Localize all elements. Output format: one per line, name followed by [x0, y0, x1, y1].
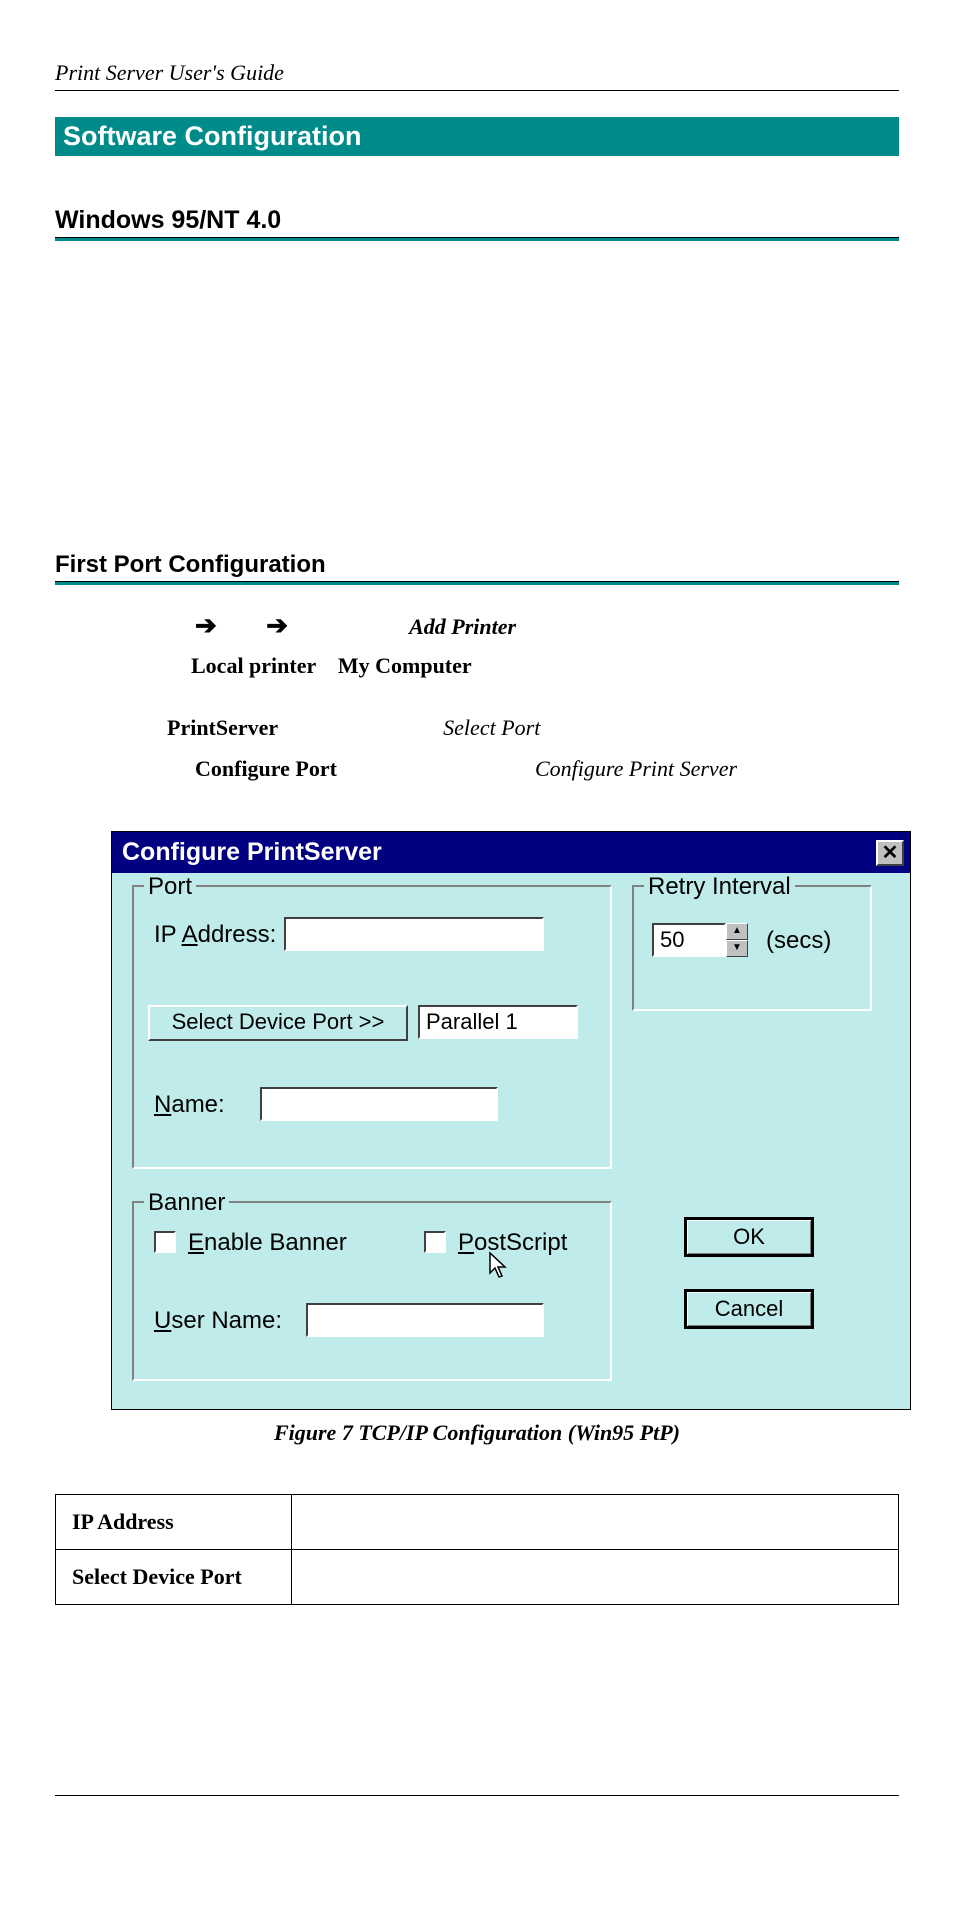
dialog-titlebar: Configure PrintServer ✕: [112, 832, 910, 873]
settings-info-table: IP Address Select Device Port: [55, 1494, 899, 1605]
postscript-label: PostScript: [458, 1229, 567, 1257]
add-printer-text: Add Printer: [409, 614, 516, 639]
dialog-configure-printserver: Configure PrintServer ✕ IP Address: Sele…: [111, 831, 911, 1410]
postscript-checkbox[interactable]: [424, 1231, 446, 1253]
close-button[interactable]: ✕: [876, 840, 904, 866]
spinner-down-icon[interactable]: ▼: [726, 940, 748, 957]
subsection-heading: Windows 95/NT 4.0: [55, 206, 899, 235]
dialog-title: Configure PrintServer: [122, 838, 876, 867]
teal-divider: [55, 581, 899, 585]
cell-value: [292, 1550, 899, 1605]
ok-button[interactable]: OK: [684, 1217, 814, 1257]
body-text-area: ➔ ➔ Add Printer Local printer My Compute…: [55, 603, 899, 787]
footer-rule: [55, 1795, 899, 1796]
cell-value: [292, 1495, 899, 1550]
enable-banner-checkbox[interactable]: [154, 1231, 176, 1253]
my-computer-text: My Computer: [338, 653, 472, 678]
retry-spinner[interactable]: 50 ▲ ▼: [652, 923, 748, 957]
retry-interval-groupbox: 50 ▲ ▼ (secs): [632, 885, 872, 1011]
name-label: Name:: [154, 1091, 225, 1119]
arrow-right-icon: ➔: [266, 603, 288, 647]
name-input[interactable]: [260, 1087, 498, 1121]
port-groupbox: IP Address: Select Device Port >> Parall…: [132, 885, 612, 1169]
table-row: Select Device Port: [56, 1550, 899, 1605]
document-header: Print Server User's Guide: [55, 60, 899, 91]
table-row: IP Address: [56, 1495, 899, 1550]
configure-port-text: Configure Port: [195, 756, 337, 781]
select-device-port-button[interactable]: Select Device Port >>: [148, 1005, 408, 1041]
enable-banner-label: Enable Banner: [188, 1229, 347, 1257]
configure-print-server-text: Configure Print Server: [535, 756, 737, 781]
spinner-up-icon[interactable]: ▲: [726, 923, 748, 940]
arrow-right-icon: ➔: [195, 603, 217, 647]
banner-groupbox: Enable Banner PostScript User Name:: [132, 1201, 612, 1381]
ip-address-label: IP Address:: [154, 921, 276, 949]
cell-label: IP Address: [56, 1495, 292, 1550]
username-label: User Name:: [154, 1307, 282, 1335]
username-input[interactable]: [306, 1303, 544, 1337]
secs-label: (secs): [766, 927, 831, 955]
ip-address-input[interactable]: [284, 917, 544, 951]
cancel-button[interactable]: Cancel: [684, 1289, 814, 1329]
select-port-text: Select Port: [443, 715, 540, 740]
device-port-input[interactable]: Parallel 1: [418, 1005, 578, 1039]
local-printer-text: Local printer: [191, 653, 316, 678]
figure-caption: Figure 7 TCP/IP Configuration (Win95 PtP…: [55, 1420, 899, 1446]
section-title: Software Configuration: [63, 121, 362, 151]
section-title-bar: Software Configuration: [55, 117, 899, 156]
retry-value-input[interactable]: 50: [652, 923, 726, 957]
printserver-text: PrintServer: [167, 715, 278, 740]
cell-label: Select Device Port: [56, 1550, 292, 1605]
subsubsection-heading: First Port Configuration: [55, 551, 899, 579]
